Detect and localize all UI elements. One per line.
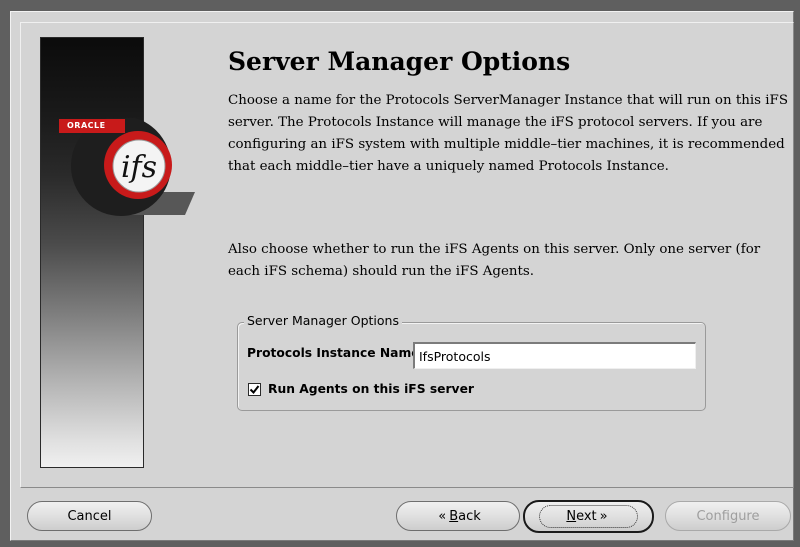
description-paragraph-1: Choose a name for the Protocols ServerMa… (228, 93, 789, 174)
back-button[interactable]: «Back (396, 501, 520, 531)
run-agents-label: Run Agents on this iFS server (268, 382, 474, 396)
next-button[interactable]: Next» (523, 500, 654, 533)
run-agents-checkbox-row[interactable]: Run Agents on this iFS server (248, 380, 474, 398)
configure-button[interactable]: Configure (665, 501, 791, 531)
next-label-rest: ext (576, 509, 597, 524)
page-title: Server Manager Options (228, 47, 571, 76)
run-agents-checkbox[interactable] (248, 382, 261, 396)
protocols-instance-name-label: Protocols Instance Name: (247, 346, 425, 360)
checkmark-icon (249, 384, 260, 394)
protocols-instance-name-input[interactable] (413, 342, 696, 369)
description-paragraph-2: Also choose whether to run the iFS Agent… (228, 242, 761, 279)
back-label-rest: ack (458, 508, 481, 524)
oracle-brand-tab: ORACLE (59, 119, 125, 133)
next-focus-ring: Next» (539, 505, 638, 528)
next-accelerator: N (566, 509, 577, 524)
double-chevron-left-icon: « (438, 508, 447, 524)
double-chevron-right-icon: » (599, 509, 608, 524)
logo-product-text: ifs (121, 150, 157, 185)
cancel-button[interactable]: Cancel (27, 501, 152, 531)
side-banner (40, 37, 144, 468)
back-accelerator: B (449, 508, 459, 524)
group-legend: Server Manager Options (244, 313, 402, 328)
ifs-logo: ifs (71, 118, 195, 216)
